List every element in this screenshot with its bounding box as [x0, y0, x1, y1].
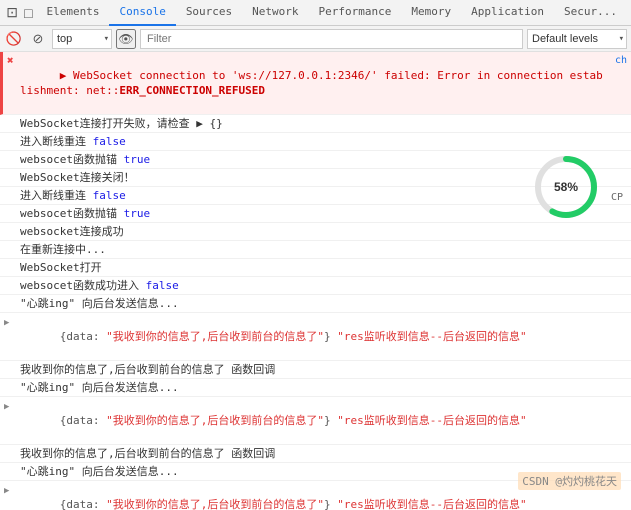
console-line: websocet函数成功进入 false [0, 277, 631, 295]
expand-icon: ▶ [4, 316, 9, 331]
console-line: "心跳ing" 向后台发送信息... [0, 463, 631, 481]
console-line: WebSocket连接打开失败，请检查 ▶ {} [0, 115, 631, 133]
filter-toggle-btn[interactable]: ⊘ [28, 29, 48, 49]
console-line-expand-3[interactable]: ▶ {data: "我收到你的信息了,后台收到前台的信息了"} "res监听收到… [0, 481, 631, 510]
console-line: websocket连接成功 [0, 223, 631, 241]
tab-sources[interactable]: Sources [176, 0, 242, 26]
line-text: WebSocket连接打开失败，请检查 ▶ {} [20, 116, 627, 131]
console-line: 我收到你的信息了,后台收到前台的信息了 函数回调 [0, 445, 631, 463]
filter-input[interactable] [140, 29, 523, 49]
clear-console-btn[interactable]: 🚫 [4, 29, 24, 49]
line-text: "心跳ing" 向后台发送信息... [20, 380, 627, 395]
expand-icon: ▶ [4, 484, 9, 499]
line-text: "心跳ing" 向后台发送信息... [20, 296, 627, 311]
line-text: 在重新连接中... [20, 242, 627, 257]
line-text: WebSocket连接关闭！ [20, 170, 627, 185]
console-line-expand-2[interactable]: ▶ {data: "我收到你的信息了,后台收到前台的信息了"} "res监听收到… [0, 397, 631, 445]
line-text: 我收到你的信息了,后台收到前台的信息了 函数回调 [20, 362, 627, 377]
console-line: 进入断线重连 false [0, 187, 631, 205]
console-line: WebSocket打开 [0, 259, 631, 277]
tab-application[interactable]: Application [461, 0, 554, 26]
levels-select[interactable]: Default levels Verbose Info Warnings Err… [527, 29, 627, 49]
tab-memory[interactable]: Memory [401, 0, 461, 26]
device-toggle-btn[interactable]: □ [20, 1, 36, 25]
devtools-tab-bar: ⊡ □ Elements Console Sources Network Per… [0, 0, 631, 26]
console-line: websocet函数抛锚 true [0, 205, 631, 223]
tab-elements[interactable]: Elements [36, 0, 109, 26]
line-text: 进入断线重连 false [20, 188, 627, 203]
console-line: WebSocket连接关闭！ [0, 169, 631, 187]
line-text: websocket连接成功 [20, 224, 627, 239]
console-line: "心跳ing" 向后台发送信息... [0, 295, 631, 313]
expand-icon: ▶ [4, 400, 9, 415]
line-text: 进入断线重连 false [20, 134, 627, 149]
tab-performance[interactable]: Performance [309, 0, 402, 26]
tab-console[interactable]: Console [109, 0, 175, 26]
inspect-element-btn[interactable]: ⊡ [4, 1, 20, 25]
line-text: "心跳ing" 向后台发送信息... [20, 464, 627, 479]
line-text: websocet函数抛锚 true [20, 152, 627, 167]
line-text: websocet函数抛锚 true [20, 206, 627, 221]
console-line-error[interactable]: ✖ ▶ WebSocket connection to 'ws://127.0.… [0, 52, 631, 115]
console-line: websocet函数抛锚 true [0, 151, 631, 169]
line-text: websocet函数成功进入 false [20, 278, 627, 293]
console-line: 进入断线重连 false [0, 133, 631, 151]
line-text: 我收到你的信息了,后台收到前台的信息了 函数回调 [20, 446, 627, 461]
console-line: 在重新连接中... [0, 241, 631, 259]
line-text: {data: "我收到你的信息了,后台收到前台的信息了"} "res监听收到信息… [20, 482, 627, 510]
error-link[interactable]: ch [615, 53, 627, 68]
console-line-expand-1[interactable]: ▶ {data: "我收到你的信息了,后台收到前台的信息了"} "res监听收到… [0, 313, 631, 361]
levels-select-wrapper[interactable]: Default levels Verbose Info Warnings Err… [527, 29, 627, 49]
eye-btn[interactable]: 👁 [116, 29, 136, 49]
error-icon: ✖ [7, 53, 14, 68]
console-toolbar: 🚫 ⊘ top 👁 Default levels Verbose Info Wa… [0, 26, 631, 52]
tab-network[interactable]: Network [242, 0, 308, 26]
line-text: {data: "我收到你的信息了,后台收到前台的信息了"} "res监听收到信息… [20, 314, 627, 359]
error-text: ▶ WebSocket connection to 'ws://127.0.0.… [20, 53, 609, 113]
line-text: WebSocket打开 [20, 260, 627, 275]
line-text: {data: "我收到你的信息了,后台收到前台的信息了"} "res监听收到信息… [20, 398, 627, 443]
context-select[interactable]: top [52, 29, 112, 49]
console-line: "心跳ing" 向后台发送信息... [0, 379, 631, 397]
context-select-wrapper[interactable]: top [52, 29, 112, 49]
console-line: 我收到你的信息了,后台收到前台的信息了 函数回调 [0, 361, 631, 379]
console-output: ✖ ▶ WebSocket connection to 'ws://127.0.… [0, 52, 631, 510]
tab-security[interactable]: Secur... [554, 0, 627, 26]
